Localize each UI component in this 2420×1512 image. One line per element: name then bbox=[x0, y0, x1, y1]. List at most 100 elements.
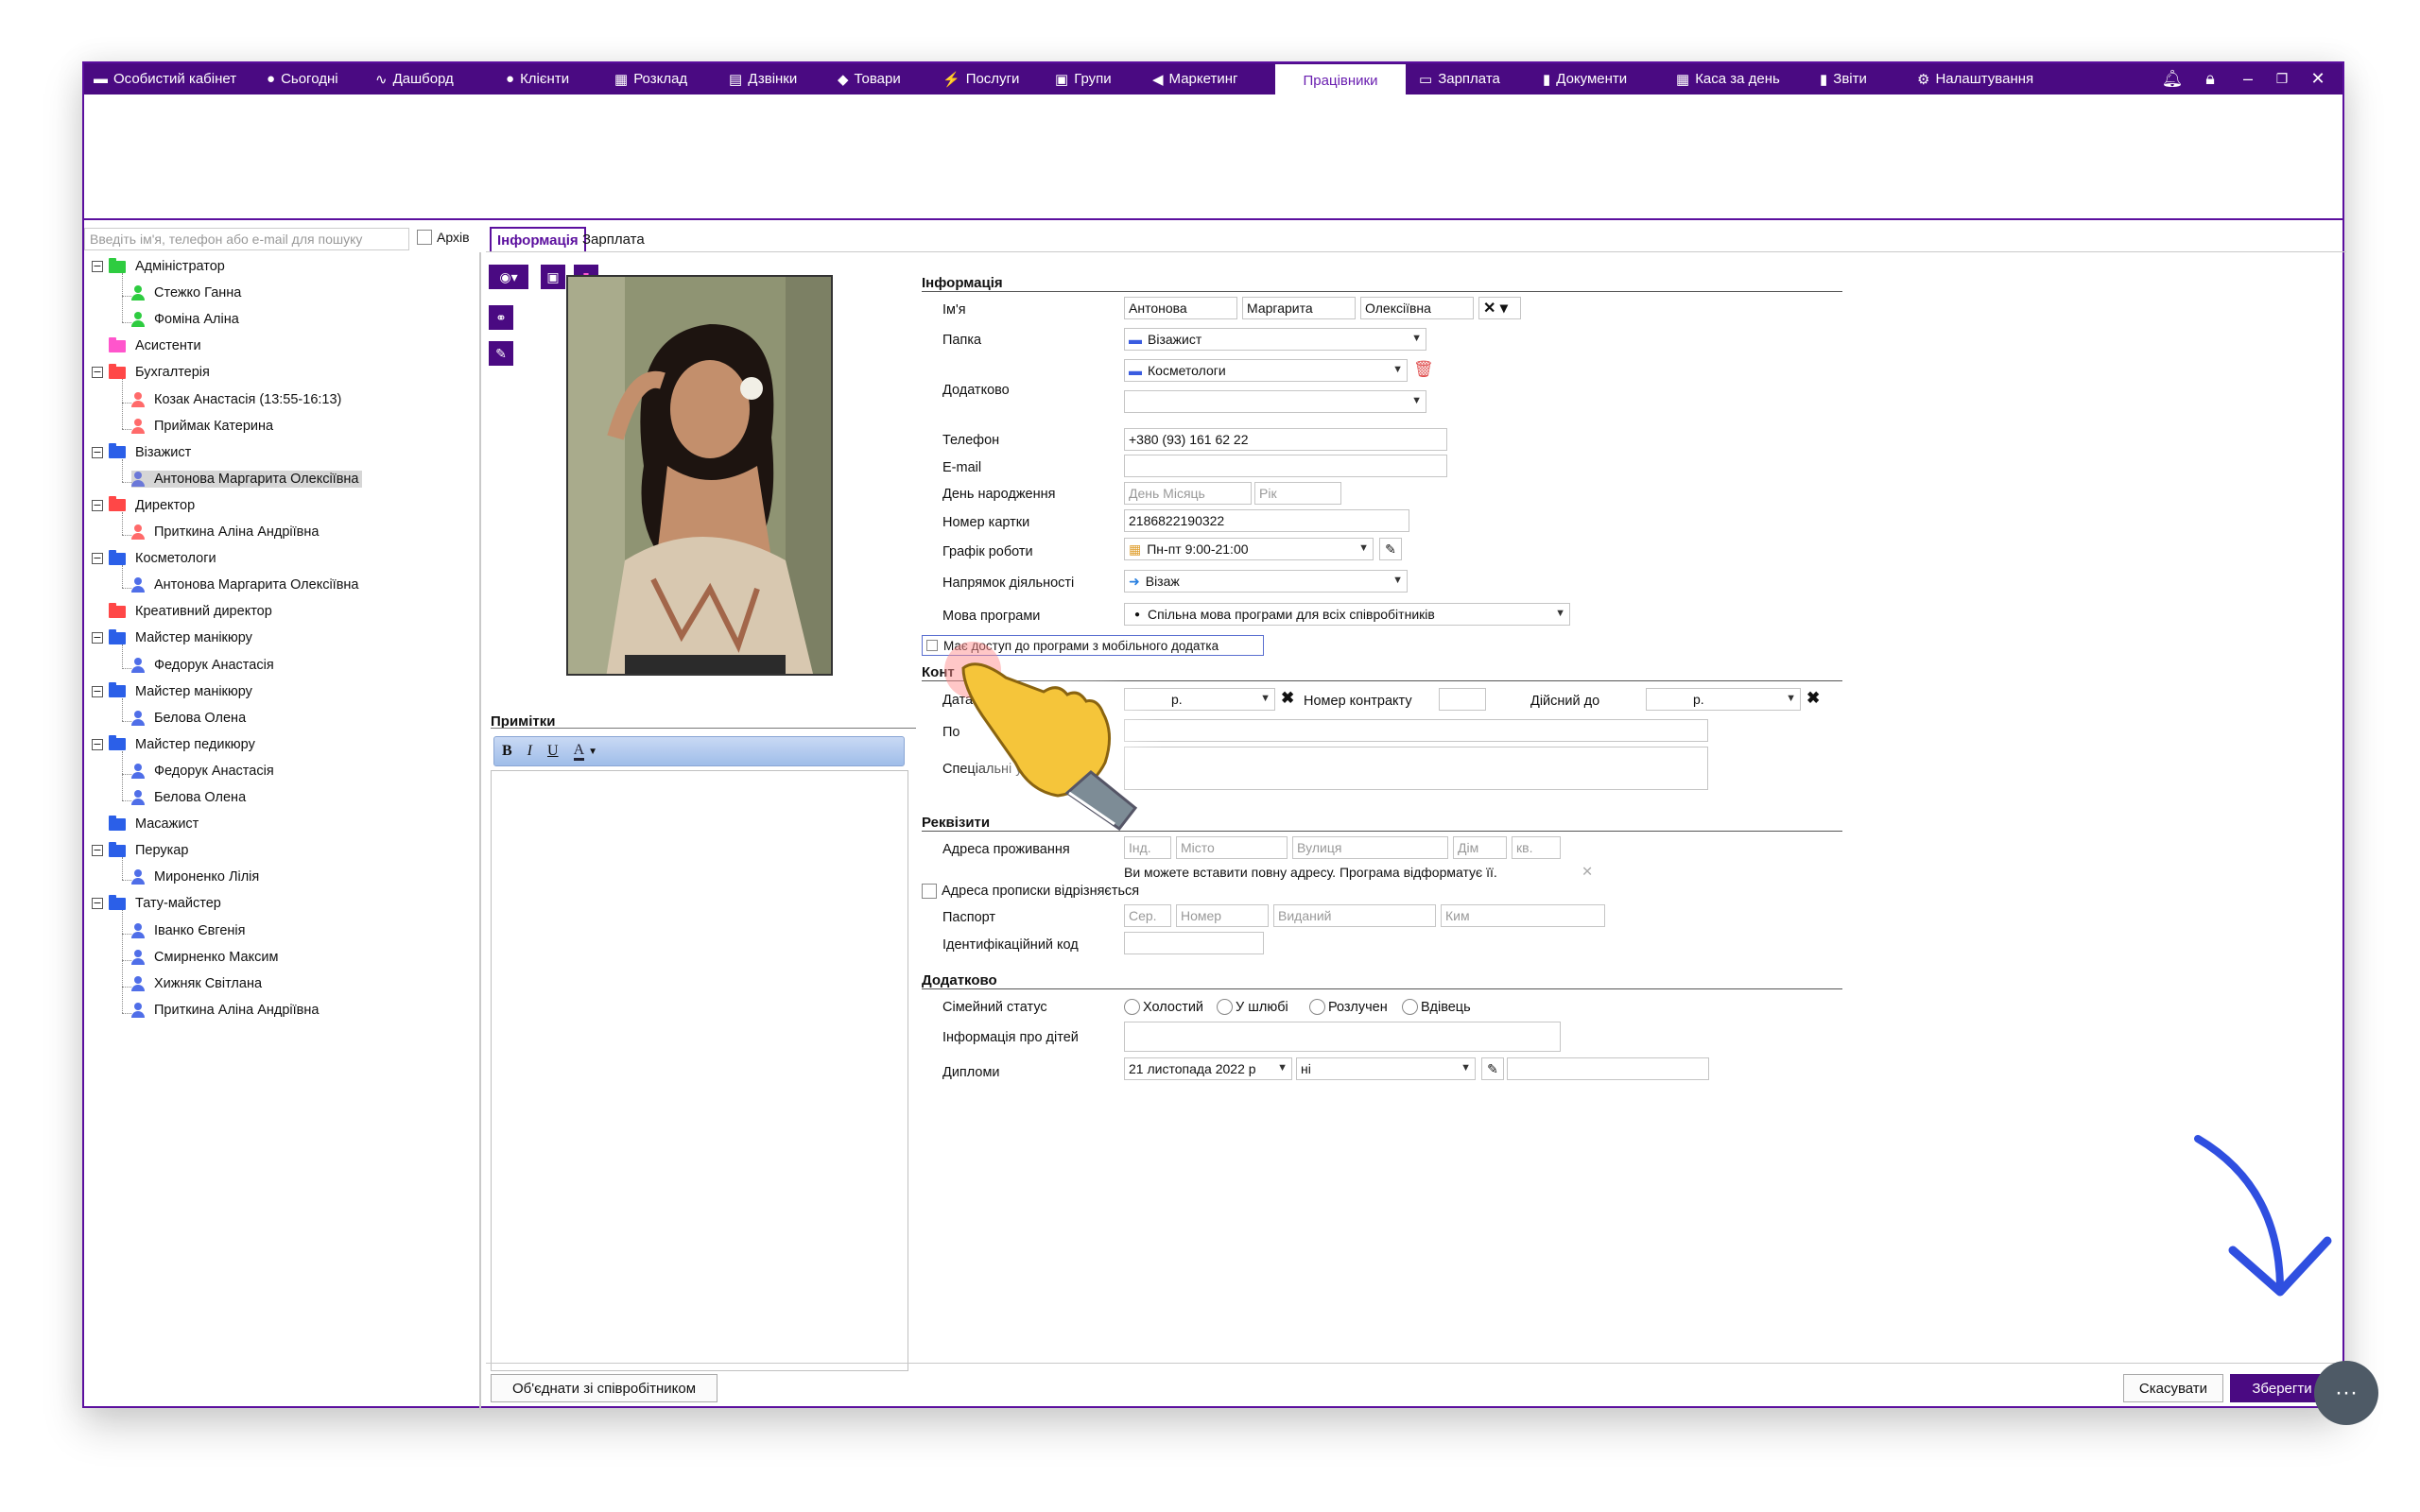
middle-name-input[interactable]: Олексіївна bbox=[1360, 297, 1474, 319]
tree-employee[interactable]: Антонова Маргарита Олексіївна bbox=[131, 470, 362, 488]
minimize-icon[interactable]: – bbox=[2236, 63, 2260, 94]
archive-toggle[interactable]: Архів bbox=[417, 230, 470, 245]
trash-icon[interactable]: 🗑︎ bbox=[1413, 360, 1434, 379]
notes-editor[interactable] bbox=[491, 770, 908, 1371]
save-photo-button[interactable]: ▣ bbox=[541, 265, 565, 289]
tree-folder[interactable]: − Адміністратор bbox=[92, 257, 228, 275]
nav-personal-cabinet[interactable]: ▬ Особистий кабінет bbox=[94, 63, 236, 94]
contract-number-input[interactable] bbox=[1439, 688, 1486, 711]
diploma-text-input[interactable] bbox=[1507, 1057, 1709, 1080]
radio-circle[interactable] bbox=[1402, 999, 1418, 1015]
tree-employee[interactable]: Белова Олена bbox=[131, 710, 249, 727]
radio-circle[interactable] bbox=[1309, 999, 1325, 1015]
tools-button[interactable]: ✎ bbox=[489, 341, 513, 366]
phone-input[interactable]: +380 (93) 161 62 22 bbox=[1124, 428, 1447, 451]
collapse-icon[interactable]: − bbox=[92, 738, 103, 750]
nav-dashboard[interactable]: ∿ Дашборд bbox=[375, 63, 454, 94]
card-input[interactable]: 2186822190322 bbox=[1124, 509, 1409, 532]
schedule-select[interactable]: ▦ Пн-пт 9:00-21:00 ▼ bbox=[1124, 538, 1374, 560]
street-input[interactable]: Вулиця bbox=[1292, 836, 1448, 859]
tree-employee[interactable]: Фоміна Аліна bbox=[131, 311, 242, 328]
family-widowed-radio[interactable]: Вдівець bbox=[1402, 999, 1471, 1015]
passport-series-input[interactable]: Сер. bbox=[1124, 904, 1171, 927]
collapse-icon[interactable]: − bbox=[92, 367, 103, 379]
children-input[interactable] bbox=[1124, 1022, 1561, 1052]
edit-schedule-button[interactable]: ✎ bbox=[1379, 538, 1402, 560]
folder-select-1[interactable]: ▬ Візажист ▼ bbox=[1124, 328, 1426, 351]
tree-folder[interactable]: − Майстер манікюру bbox=[92, 628, 255, 646]
tree-folder[interactable]: − Косметологи bbox=[92, 549, 219, 567]
special-conditions-input[interactable] bbox=[1124, 747, 1708, 790]
tree-employee[interactable]: Белова Олена bbox=[131, 789, 249, 806]
position-input[interactable] bbox=[1124, 719, 1708, 742]
tree-employee[interactable]: Антонова Маргарита Олексіївна bbox=[131, 576, 362, 593]
tree-folder[interactable]: Асистенти bbox=[109, 336, 204, 354]
family-single-radio[interactable]: Холостий bbox=[1124, 999, 1203, 1015]
chevron-down-icon[interactable]: ▼ bbox=[588, 747, 597, 757]
underline-button[interactable]: U bbox=[547, 743, 559, 760]
bold-button[interactable]: B bbox=[502, 743, 512, 760]
collapse-icon[interactable]: − bbox=[92, 685, 103, 697]
tree-employee[interactable]: Смирненко Максим bbox=[131, 949, 281, 966]
valid-until-input[interactable]: р. ▼ bbox=[1646, 688, 1801, 711]
nav-salary[interactable]: ▭ Зарплата bbox=[1419, 63, 1500, 94]
italic-button[interactable]: I bbox=[527, 743, 532, 760]
tree-employee[interactable]: Федорук Анастасія bbox=[131, 763, 277, 780]
tree-employee[interactable]: Стежко Ганна bbox=[131, 284, 244, 301]
nav-settings[interactable]: ⚙ Налаштування bbox=[1917, 63, 2033, 94]
email-input[interactable] bbox=[1124, 455, 1447, 477]
folder-select-2[interactable]: ▬ Косметологи ▼ bbox=[1124, 359, 1408, 382]
nav-schedule[interactable]: ▦ Розклад bbox=[614, 63, 687, 94]
close-icon[interactable]: ✕ bbox=[2306, 63, 2330, 94]
tree-folder[interactable]: − Майстер манікюру bbox=[92, 682, 255, 700]
nav-marketing[interactable]: ◀ Маркетинг bbox=[1152, 63, 1237, 94]
house-input[interactable]: Дім bbox=[1453, 836, 1507, 859]
bell-icon[interactable]: 🔔︎ bbox=[2160, 63, 2185, 94]
collapse-icon[interactable]: − bbox=[92, 499, 103, 511]
nav-reports[interactable]: ▮ Звіти bbox=[1820, 63, 1867, 94]
direction-select[interactable]: ➜ Візаж ▼ bbox=[1124, 570, 1408, 593]
id-code-input[interactable] bbox=[1124, 932, 1264, 954]
link-button[interactable]: ⚭ bbox=[489, 305, 513, 330]
collapse-icon[interactable]: − bbox=[92, 898, 103, 910]
collapse-icon[interactable]: − bbox=[92, 632, 103, 644]
cancel-button[interactable]: Скасувати bbox=[2123, 1374, 2223, 1402]
collapse-icon[interactable]: − bbox=[92, 446, 103, 458]
language-select[interactable]: ● Спільна мова програми для всіх співробі… bbox=[1124, 603, 1570, 626]
tree-employee[interactable]: Приткина Аліна Андріївна bbox=[131, 1002, 321, 1019]
tab-information[interactable]: Інформація bbox=[490, 227, 586, 251]
nav-employees[interactable]: Працівники bbox=[1275, 64, 1406, 96]
radio-circle[interactable] bbox=[1124, 999, 1140, 1015]
family-married-radio[interactable]: У шлюбі bbox=[1217, 999, 1288, 1015]
restore-icon[interactable]: ❐ bbox=[2270, 63, 2294, 94]
passport-number-input[interactable]: Номер bbox=[1176, 904, 1269, 927]
apartment-input[interactable]: кв. bbox=[1512, 836, 1561, 859]
archive-checkbox[interactable] bbox=[417, 230, 432, 245]
merge-employee-button[interactable]: Об'єднати зі співробітником bbox=[491, 1374, 717, 1402]
additional-select[interactable]: ▼ bbox=[1124, 390, 1426, 413]
tab-salary[interactable]: Зарплата bbox=[577, 227, 650, 251]
collapse-icon[interactable]: − bbox=[92, 261, 103, 272]
lock-icon[interactable]: 🔒︎ bbox=[2198, 63, 2222, 94]
tree-folder[interactable]: − Тату-майстер bbox=[92, 894, 224, 912]
tree-folder[interactable]: − Візажист bbox=[92, 443, 194, 461]
registration-differs-toggle[interactable]: Адреса прописки відрізняється bbox=[922, 884, 1139, 899]
tree-folder[interactable]: − Директор bbox=[92, 496, 198, 514]
chat-button[interactable]: ··· bbox=[2314, 1361, 2378, 1425]
nav-groups[interactable]: ▣ Групи bbox=[1055, 63, 1112, 94]
tree-employee[interactable]: Мироненко Лілія bbox=[131, 868, 262, 885]
registration-differs-checkbox[interactable] bbox=[922, 884, 937, 899]
nav-clients[interactable]: ● Клієнти bbox=[506, 63, 569, 94]
collapse-icon[interactable]: − bbox=[92, 845, 103, 857]
birthday-year-input[interactable]: Рік bbox=[1254, 482, 1341, 505]
tree-employee[interactable]: Приймак Катерина bbox=[131, 418, 276, 435]
tree-folder[interactable]: Креативний директор bbox=[109, 602, 275, 620]
tree-employee[interactable]: Приткина Аліна Андріївна bbox=[131, 524, 321, 541]
tree-folder[interactable]: − Майстер педикюру bbox=[92, 735, 258, 753]
radio-circle[interactable] bbox=[1217, 999, 1233, 1015]
clear-valid-icon[interactable]: ✖ bbox=[1806, 689, 1820, 708]
tree-folder[interactable]: − Бухгалтерія bbox=[92, 363, 213, 381]
passport-issued-input[interactable]: Виданий bbox=[1273, 904, 1436, 927]
photo-menu-button[interactable]: ◉▾ bbox=[489, 265, 528, 289]
diploma-select[interactable]: ні ▼ bbox=[1296, 1057, 1476, 1080]
